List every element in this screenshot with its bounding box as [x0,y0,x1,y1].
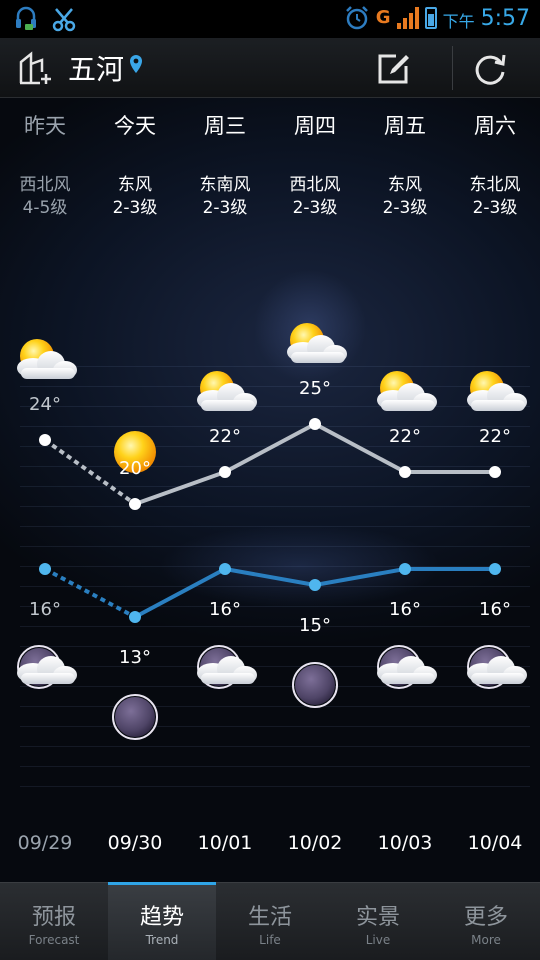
tab-life[interactable]: 生活 Life [216,883,324,960]
tab-sublabel: More [471,933,501,947]
wind-direction: 东北风 [469,175,521,195]
city-name[interactable]: 五河 [68,48,124,88]
wind-level: 2-3级 [202,198,248,218]
alarm-icon [345,6,368,30]
wind-level: 2-3级 [382,198,428,218]
date-label: 10/01 [197,832,253,854]
edit-icon[interactable] [376,52,412,86]
tab-live[interactable]: 实景 Live [324,883,432,960]
network-type-label: G [375,7,391,28]
day-label: 周五 [384,114,426,138]
add-city-icon[interactable] [18,50,54,86]
bottom-tab-bar: 预报 Forecast 趋势 Trend 生活 Life 实景 Live 更多 … [0,882,540,960]
day-label: 周三 [204,114,246,138]
tab-label: 生活 [247,905,292,930]
tab-label: 预报 [31,905,76,930]
high-temp-label: 20° [119,458,151,479]
tab-sublabel: Live [365,933,391,947]
day-label: 昨天 [24,114,66,138]
wind-info: 东北风 2-3级 [450,174,540,220]
high-temp-label: 22° [479,426,511,447]
header-divider [452,46,453,90]
refresh-icon[interactable] [472,52,508,86]
wind-info: 东风 2-3级 [90,174,180,220]
date-label: 10/02 [287,832,343,854]
headset-icon [16,6,36,30]
scissors-icon [52,8,76,32]
wind-info: 东南风 2-3级 [180,174,270,220]
location-pin-icon [130,55,142,73]
date-label: 09/30 [107,832,163,854]
wind-info: 西北风 2-3级 [270,174,360,220]
app-header: 五河 [0,38,540,98]
signal-icon [396,7,419,29]
tab-sublabel: Trend [145,933,179,947]
day-label: 周六 [474,114,516,138]
low-temp-label: 15° [299,615,331,636]
wind-direction: 西北风 [19,175,71,195]
wind-level: 2-3级 [292,198,338,218]
wind-level: 2-3级 [472,198,518,218]
wind-info: 西北风 4-5级 [0,174,90,220]
low-temp-label: 16° [389,599,421,620]
wind-info: 东风 2-3级 [360,174,450,220]
high-temp-label: 22° [209,426,241,447]
battery-icon [424,7,437,29]
wind-direction: 东风 [118,175,152,195]
wind-direction: 东南风 [199,175,251,195]
date-label: 10/04 [467,832,523,854]
tab-label: 实景 [355,905,400,930]
date-label: 10/03 [377,832,433,854]
tab-label: 趋势 [139,905,184,930]
status-time: 5:57 [480,5,530,31]
tab-forecast[interactable]: 预报 Forecast [0,883,108,960]
low-temp-label: 13° [119,647,151,668]
wind-direction: 东风 [388,175,422,195]
date-label: 09/29 [17,832,73,854]
low-temp-label: 16° [29,599,61,620]
low-temp-label: 16° [479,599,511,620]
tab-more[interactable]: 更多 More [432,883,540,960]
wind-direction: 西北风 [289,175,341,195]
high-temp-label: 22° [389,426,421,447]
wind-level: 4-5级 [22,198,68,218]
status-ampm: 下午 [442,12,475,31]
day-label: 周四 [294,114,336,138]
tab-sublabel: Forecast [28,933,80,947]
tab-trend[interactable]: 趋势 Trend [108,882,216,960]
status-bar: G 下午 5:57 [0,0,540,38]
tab-label: 更多 [463,905,508,930]
high-temp-label: 25° [299,378,331,399]
day-label: 今天 [114,114,156,138]
wind-level: 2-3级 [112,198,158,218]
low-temp-label: 16° [209,599,241,620]
high-temp-label: 24° [29,394,61,415]
tab-sublabel: Life [259,933,281,947]
